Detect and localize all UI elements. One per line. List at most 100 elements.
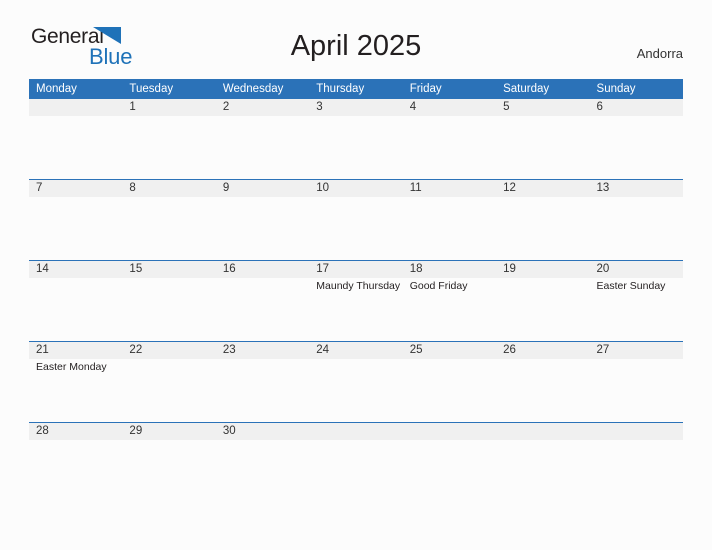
day-number: 26 bbox=[496, 342, 590, 359]
holiday-label: Maundy Thursday bbox=[316, 280, 401, 292]
day-number: 5 bbox=[496, 99, 590, 116]
day-number: 10 bbox=[309, 180, 403, 197]
calendar-day-cell[interactable]: 21 Easter Monday bbox=[29, 341, 123, 423]
day-number: 3 bbox=[309, 99, 403, 116]
calendar-day-cell[interactable]: 15 bbox=[122, 260, 216, 342]
calendar-day-cell[interactable]: 10 bbox=[309, 179, 403, 261]
day-cell-content: 20 Easter Sunday bbox=[589, 261, 683, 341]
weekday-header-monday: Monday bbox=[29, 79, 123, 99]
page-title: April 2025 bbox=[290, 30, 422, 62]
day-events: Easter Sunday bbox=[590, 278, 683, 293]
day-number: 29 bbox=[122, 423, 216, 440]
calendar-day-cell[interactable]: 6 bbox=[589, 99, 683, 180]
calendar-day-cell[interactable]: 12 bbox=[496, 179, 590, 261]
day-number: 23 bbox=[215, 342, 310, 359]
calendar-day-cell[interactable]: 2 bbox=[215, 99, 310, 180]
weekday-header-sunday: Sunday bbox=[589, 79, 683, 99]
day-cell-content: 5 bbox=[496, 99, 590, 179]
day-cell-content: 11 bbox=[402, 180, 497, 260]
calendar-day-cell[interactable] bbox=[402, 422, 497, 445]
day-number: 30 bbox=[215, 423, 310, 440]
day-number: 11 bbox=[402, 180, 497, 197]
day-cell-content: 30 bbox=[215, 423, 310, 445]
day-number: 22 bbox=[122, 342, 216, 359]
calendar-day-cell[interactable]: 25 bbox=[402, 341, 497, 423]
calendar-day-cell[interactable] bbox=[29, 99, 123, 180]
day-cell-content bbox=[29, 99, 123, 179]
weekday-header-row: Monday Tuesday Wednesday Thursday Friday… bbox=[29, 79, 683, 99]
day-cell-content: 18 Good Friday bbox=[402, 261, 497, 341]
calendar-day-cell[interactable]: 23 bbox=[215, 341, 310, 423]
day-cell-content: 6 bbox=[589, 99, 683, 179]
weekday-header-saturday: Saturday bbox=[496, 79, 590, 99]
calendar-day-cell[interactable] bbox=[309, 422, 403, 445]
day-number: 25 bbox=[402, 342, 497, 359]
day-cell-content bbox=[496, 423, 590, 445]
calendar-day-cell[interactable]: 19 bbox=[496, 260, 590, 342]
calendar-day-cell[interactable]: 1 bbox=[122, 99, 216, 180]
day-number: 2 bbox=[215, 99, 310, 116]
calendar-day-cell[interactable]: 22 bbox=[122, 341, 216, 423]
holiday-label: Good Friday bbox=[409, 280, 468, 292]
calendar-day-cell[interactable]: 28 bbox=[29, 422, 123, 445]
day-cell-content: 14 bbox=[29, 261, 123, 341]
day-events: Easter Monday bbox=[29, 359, 122, 374]
day-number bbox=[496, 423, 590, 440]
day-number: 7 bbox=[29, 180, 123, 197]
month-calendar: Monday Tuesday Wednesday Thursday Friday… bbox=[29, 79, 683, 445]
day-number: 24 bbox=[309, 342, 403, 359]
calendar-day-cell[interactable]: 26 bbox=[496, 341, 590, 423]
calendar-week-row: 123456 bbox=[29, 99, 683, 180]
calendar-day-cell[interactable]: 13 bbox=[589, 179, 683, 261]
day-cell-content bbox=[589, 423, 683, 445]
calendar-day-cell[interactable]: 3 bbox=[309, 99, 403, 180]
calendar-day-cell[interactable]: 24 bbox=[309, 341, 403, 423]
page-header: General Blue April 2025 Andorra bbox=[0, 0, 712, 68]
day-cell-content: 28 bbox=[29, 423, 123, 445]
calendar-day-cell[interactable]: 8 bbox=[122, 179, 216, 261]
weekday-header-tuesday: Tuesday bbox=[122, 79, 216, 99]
day-number: 6 bbox=[589, 99, 683, 116]
calendar-week-row: 28 29 30 bbox=[29, 422, 683, 445]
calendar-day-cell[interactable]: 27 bbox=[589, 341, 683, 423]
calendar-week-row: 14 15 16 17 Maundy Thursday 18 Good Friday 19 20… bbox=[29, 260, 683, 342]
day-number bbox=[29, 99, 123, 116]
weekday-header-thursday: Thursday bbox=[309, 79, 403, 99]
calendar-day-cell[interactable]: 14 bbox=[29, 260, 123, 342]
day-cell-content: 29 bbox=[122, 423, 216, 445]
calendar-day-cell[interactable]: 11 bbox=[402, 179, 497, 261]
day-events: Good Friday bbox=[403, 278, 496, 293]
calendar-day-cell[interactable] bbox=[589, 422, 683, 445]
holiday-label: Easter Monday bbox=[36, 361, 107, 373]
day-number: 20 bbox=[589, 261, 683, 278]
calendar-day-cell[interactable]: 16 bbox=[215, 260, 310, 342]
day-cell-content: 21 Easter Monday bbox=[29, 342, 123, 422]
calendar-day-cell[interactable]: 29 bbox=[122, 422, 216, 445]
weekday-header-friday: Friday bbox=[402, 79, 497, 99]
day-cell-content: 26 bbox=[496, 342, 590, 422]
calendar-day-cell[interactable]: 20 Easter Sunday bbox=[589, 260, 683, 342]
calendar-day-cell[interactable]: 7 bbox=[29, 179, 123, 261]
day-cell-content: 24 bbox=[309, 342, 403, 422]
day-cell-content: 27 bbox=[589, 342, 683, 422]
calendar-day-cell[interactable]: 5 bbox=[496, 99, 590, 180]
day-number bbox=[402, 423, 497, 440]
day-cell-content: 1 bbox=[122, 99, 216, 179]
day-cell-content: 13 bbox=[589, 180, 683, 260]
day-cell-content: 17 Maundy Thursday bbox=[309, 261, 403, 341]
day-cell-content: 3 bbox=[309, 99, 403, 179]
day-number: 21 bbox=[29, 342, 123, 359]
calendar-day-cell[interactable]: 18 Good Friday bbox=[402, 260, 497, 342]
calendar-day-cell[interactable]: 17 Maundy Thursday bbox=[309, 260, 403, 342]
day-cell-content: 15 bbox=[122, 261, 216, 341]
calendar-body: 1 2 3 4 5 6 7 8 9 10 11 12 13 14 15 16 17 Maundy Thursday… bbox=[29, 99, 683, 445]
calendar-day-cell[interactable] bbox=[496, 422, 590, 445]
day-number: 9 bbox=[215, 180, 310, 197]
day-cell-content: 12 bbox=[496, 180, 590, 260]
day-cell-content: 4 bbox=[402, 99, 497, 179]
day-number bbox=[589, 423, 683, 440]
calendar-day-cell[interactable]: 4 bbox=[402, 99, 497, 180]
calendar-week-row: 7 8 9 10 11 12 13 bbox=[29, 179, 683, 261]
calendar-day-cell[interactable]: 9 bbox=[215, 179, 310, 261]
calendar-day-cell[interactable]: 30 bbox=[215, 422, 310, 445]
